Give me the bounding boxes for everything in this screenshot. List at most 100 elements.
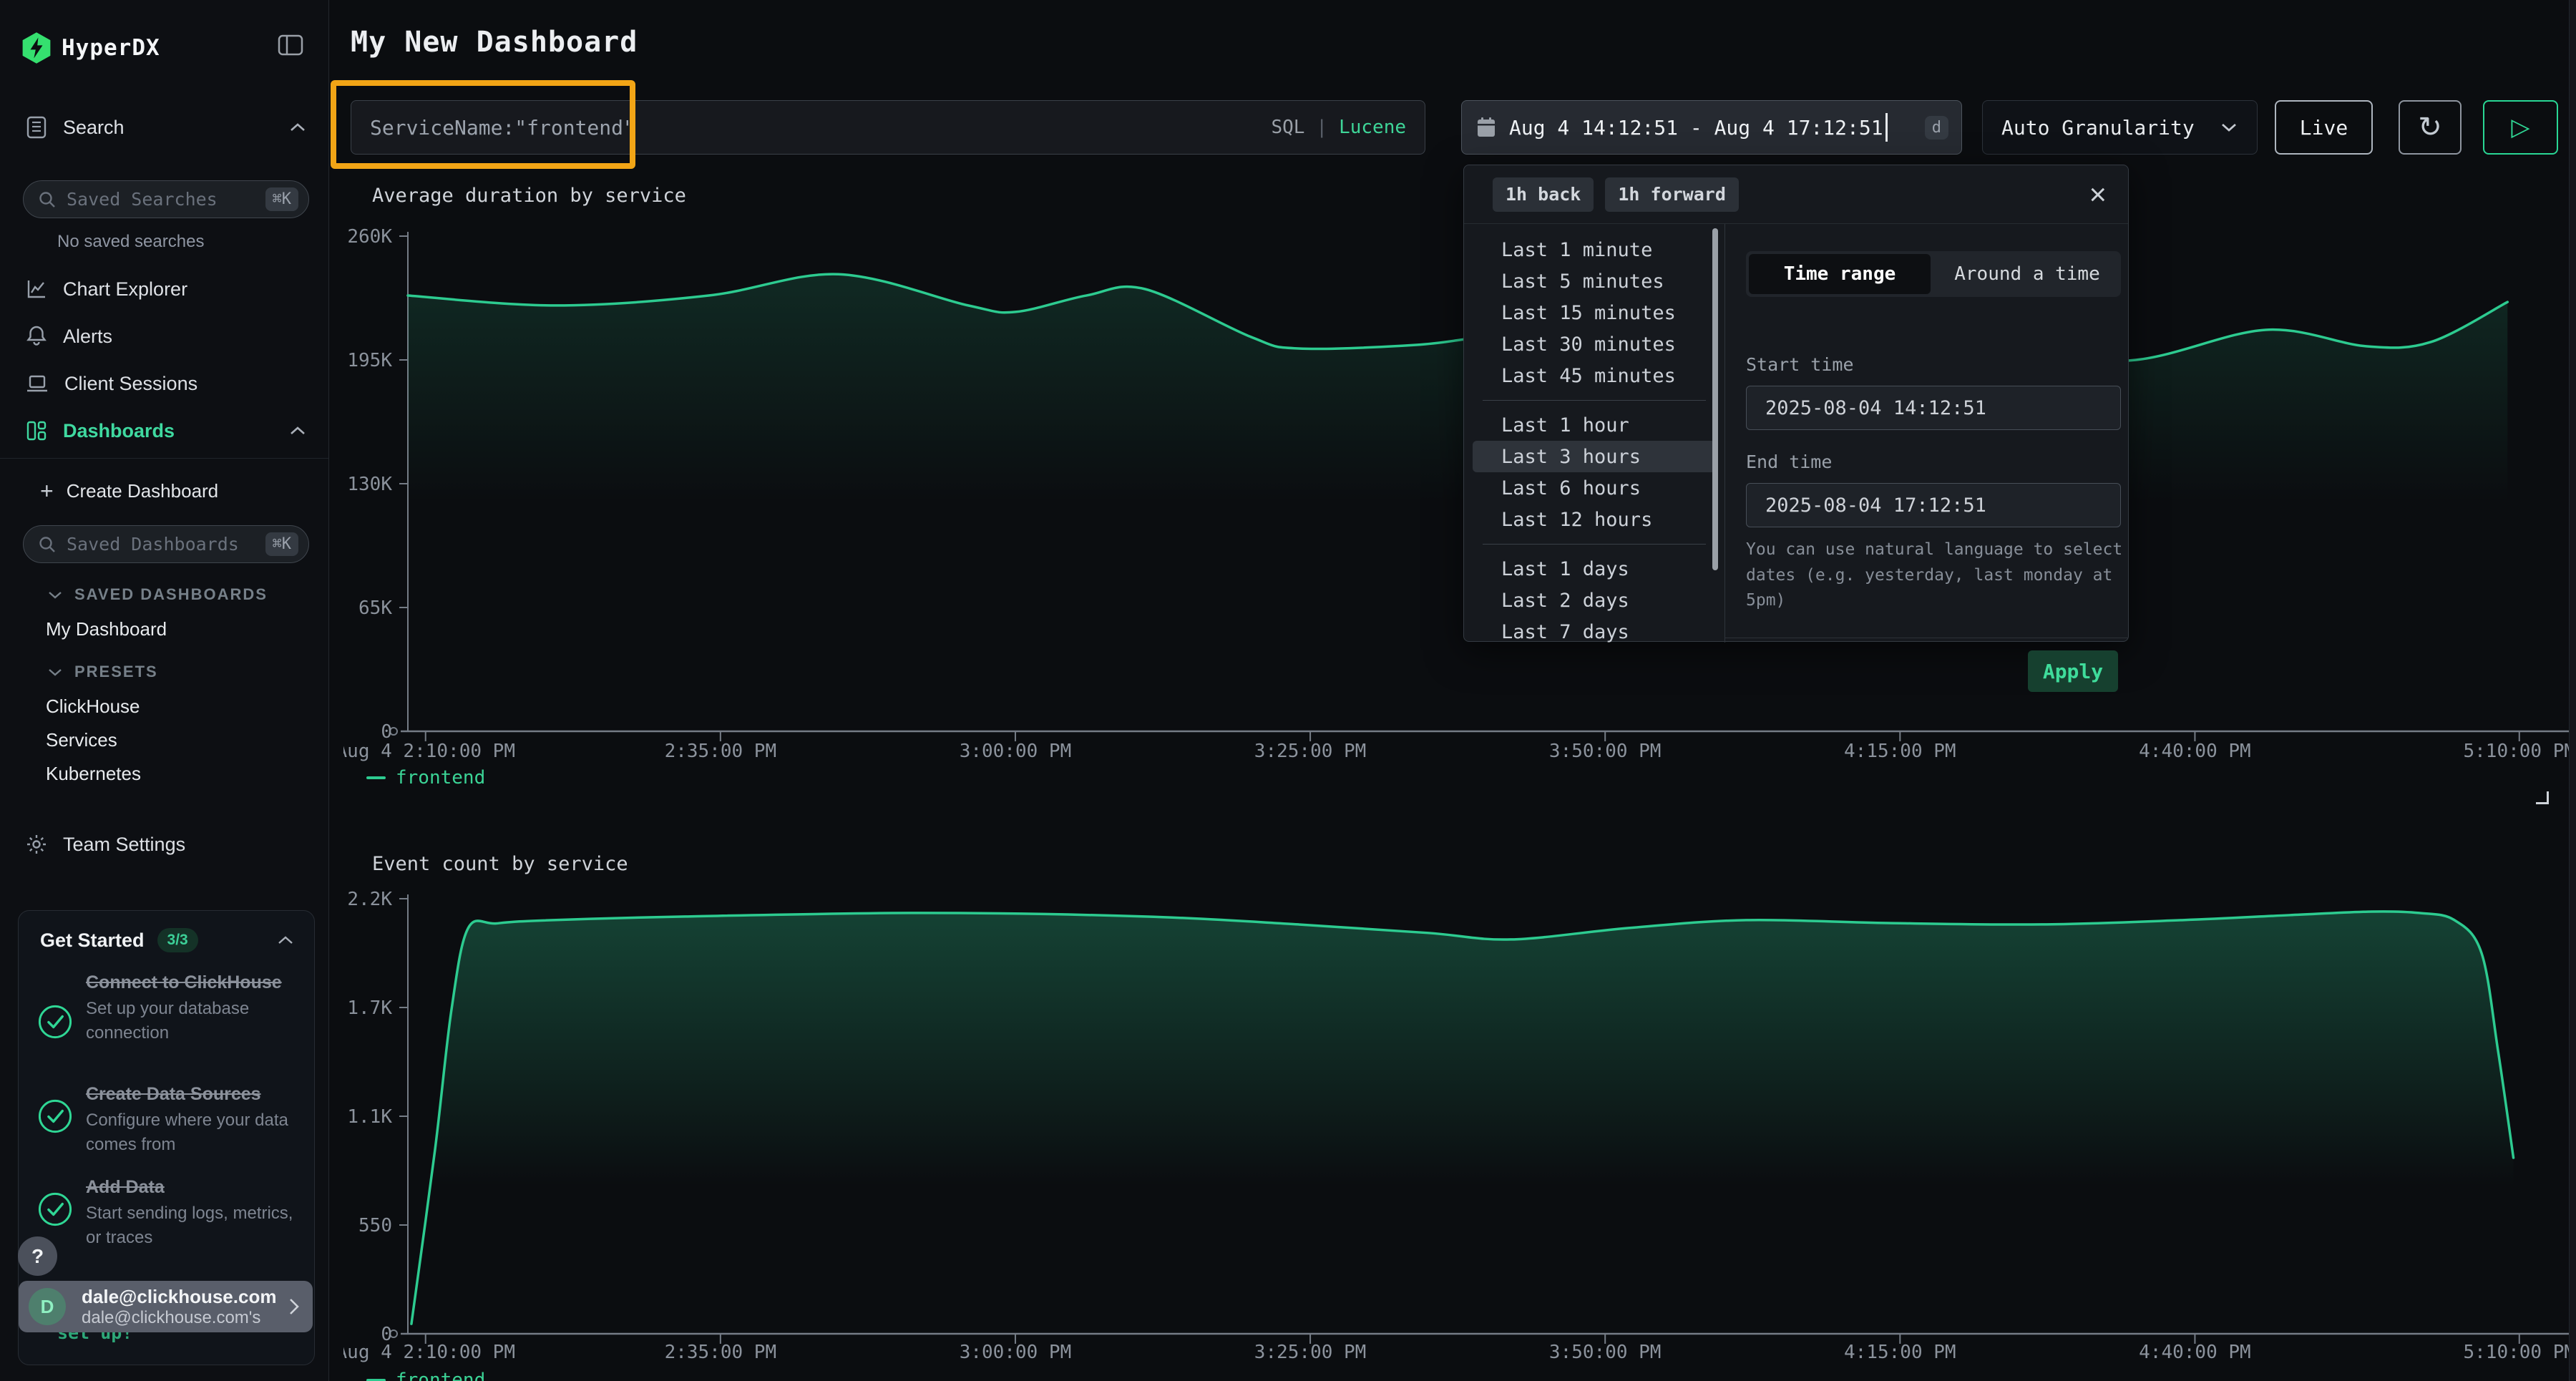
refresh-button[interactable]: ↻ — [2399, 100, 2462, 155]
get-started-item[interactable]: Connect to ClickHouseSet up your databas… — [37, 970, 302, 1045]
get-started-badge: 3/3 — [157, 928, 198, 952]
x-tick-label: 4:40:00 PM — [2139, 741, 2251, 762]
sidebar-item-label: Alerts — [63, 326, 112, 348]
sidebar-item-alerts[interactable]: Alerts — [0, 316, 329, 356]
kbd-shortcut: ⌘K — [265, 532, 299, 556]
chart-title-event-count: Event count by service — [372, 853, 628, 875]
time-range-option[interactable]: Last 3 hours — [1473, 441, 1716, 472]
play-button[interactable]: ▷ — [2483, 100, 2558, 155]
y-tick-label: 0 — [381, 721, 392, 743]
legend-label: frontend — [396, 767, 485, 789]
time-range-option[interactable]: Last 1 days — [1473, 553, 1716, 585]
sidebar-item-label: Search — [63, 117, 125, 139]
sidebar-item-search[interactable]: Search — [0, 107, 329, 147]
sidebar: HyperDX Search Saved Searches ⌘K No save… — [0, 0, 329, 1381]
plus-icon: + — [40, 478, 54, 504]
time-range-option[interactable]: Last 7 days — [1473, 616, 1716, 643]
page-scrollbar[interactable] — [2569, 0, 2576, 1381]
chart-legend[interactable]: frontend — [366, 1370, 485, 1381]
logo[interactable]: HyperDX — [21, 30, 308, 66]
time-range-option[interactable]: Last 45 minutes — [1473, 360, 1716, 391]
sidebar-item-my-dashboard[interactable]: My Dashboard — [46, 618, 167, 640]
quick-ranges-column: Last 1 minuteLast 5 minutesLast 15 minut… — [1464, 224, 1725, 643]
create-dashboard-button[interactable]: + Create Dashboard — [40, 478, 218, 504]
get-started-header[interactable]: Get Started 3/3 — [40, 928, 294, 952]
calendar-icon — [1476, 117, 1496, 138]
sidebar-item-kubernetes[interactable]: Kubernetes — [46, 763, 141, 785]
x-tick-label: 2:35:00 PM — [665, 741, 777, 762]
back-1h-button[interactable]: 1h back — [1493, 177, 1594, 212]
get-started-item[interactable]: Add DataStart sending logs, metrics, or … — [37, 1174, 302, 1250]
sql-toggle[interactable]: SQL — [1271, 117, 1304, 138]
page-title: My New Dashboard — [351, 26, 638, 59]
check-circle-icon — [37, 1004, 73, 1045]
saved-dashboards-placeholder: Saved Dashboards — [67, 534, 265, 555]
time-range-option[interactable]: Last 30 minutes — [1473, 328, 1716, 360]
divider — [0, 458, 328, 459]
sidebar-item-label: Dashboards — [63, 420, 175, 442]
time-range-option[interactable]: Last 2 days — [1473, 585, 1716, 616]
search-icon — [38, 190, 57, 209]
sidebar-item-services[interactable]: Services — [46, 729, 117, 751]
user-email: dale@clickhouse.com — [82, 1286, 288, 1308]
toggle-separator: | — [1316, 117, 1327, 138]
live-button[interactable]: Live — [2275, 100, 2373, 155]
help-button[interactable]: ? — [18, 1236, 57, 1276]
duration-chart[interactable]: 065K130K195K260KAug 4 2:10:00 PM2:35:00 … — [343, 215, 2576, 823]
saved-dashboards-section[interactable]: SAVED DASHBOARDS — [47, 585, 268, 604]
forward-1h-button[interactable]: 1h forward — [1605, 177, 1739, 212]
time-range-input[interactable]: Aug 4 14:12:51 - Aug 4 17:12:51 d — [1461, 100, 1962, 155]
time-range-option[interactable]: Last 6 hours — [1473, 472, 1716, 504]
divider — [1483, 400, 1706, 401]
sidebar-collapse-icon[interactable] — [278, 34, 303, 56]
scrollbar-thumb[interactable] — [1712, 228, 1718, 570]
close-icon[interactable]: × — [2089, 180, 2107, 210]
chevron-up-icon — [289, 122, 306, 132]
tab-time-range[interactable]: Time range — [1749, 254, 1931, 294]
saved-searches-input[interactable]: Saved Searches ⌘K — [23, 180, 309, 218]
time-picker-panel: 1h back 1h forward × Last 1 minuteLast 5… — [1463, 165, 2129, 642]
sidebar-item-dashboards[interactable]: Dashboards — [0, 411, 329, 451]
time-range-option[interactable]: Last 1 minute — [1473, 234, 1716, 265]
avatar: D — [29, 1288, 66, 1325]
time-range-option[interactable]: Last 12 hours — [1473, 504, 1716, 535]
get-started-item[interactable]: Create Data SourcesConfigure where your … — [37, 1081, 302, 1157]
resize-handle-icon[interactable] — [2536, 791, 2549, 804]
start-time-input[interactable]: 2025-08-04 14:12:51 — [1746, 386, 2121, 430]
search-icon — [38, 535, 57, 554]
time-range-option[interactable]: Last 1 hour — [1473, 409, 1716, 441]
event-count-chart[interactable]: 05501.1K1.7K2.2KAug 4 2:10:00 PM2:35:00 … — [343, 877, 2576, 1381]
end-time-input[interactable]: 2025-08-04 17:12:51 — [1746, 483, 2121, 527]
x-tick-label: 3:00:00 PM — [960, 741, 1072, 762]
y-tick-label: 1.1K — [347, 1106, 392, 1128]
kbd-shortcut: ⌘K — [265, 187, 299, 211]
presets-section[interactable]: PRESETS — [47, 663, 158, 681]
sidebar-item-team-settings[interactable]: Team Settings — [0, 824, 329, 864]
sidebar-item-chart-explorer[interactable]: Chart Explorer — [0, 269, 329, 309]
y-tick-label: 130K — [347, 474, 392, 495]
x-tick-label: Aug 4 2:10:00 PM — [343, 741, 515, 762]
x-tick-label: 4:40:00 PM — [2139, 1342, 2251, 1363]
x-tick-label: 5:10:00 PM — [2463, 1342, 2575, 1363]
filter-query-input[interactable]: ServiceName:"frontend" SQL | Lucene — [351, 100, 1425, 155]
time-range-option[interactable]: Last 15 minutes — [1473, 297, 1716, 328]
x-tick-label: 4:15:00 PM — [1844, 741, 1956, 762]
chevron-down-icon — [47, 668, 63, 677]
saved-dashboards-input[interactable]: Saved Dashboards ⌘K — [23, 525, 309, 563]
chevron-up-icon — [277, 935, 294, 945]
sidebar-item-label: Team Settings — [63, 834, 185, 856]
lucene-toggle[interactable]: Lucene — [1339, 117, 1406, 138]
sidebar-item-clickhouse[interactable]: ClickHouse — [46, 696, 140, 718]
x-tick-label: 4:15:00 PM — [1844, 1342, 1956, 1363]
y-tick-label: 2.2K — [347, 889, 392, 910]
app-title: HyperDX — [62, 35, 160, 61]
app-root: HyperDX Search Saved Searches ⌘K No save… — [0, 0, 2576, 1381]
granularity-select[interactable]: Auto Granularity — [1982, 100, 2258, 155]
apply-button[interactable]: Apply — [2028, 650, 2118, 692]
tab-around-a-time[interactable]: Around a time — [1936, 254, 2118, 294]
sidebar-item-client-sessions[interactable]: Client Sessions — [0, 363, 329, 404]
granularity-value: Auto Granularity — [2001, 116, 2195, 140]
chart-legend[interactable]: frontend — [366, 767, 485, 789]
time-range-option[interactable]: Last 5 minutes — [1473, 265, 1716, 297]
user-menu[interactable]: D dale@clickhouse.com dale@clickhouse.co… — [19, 1281, 313, 1332]
